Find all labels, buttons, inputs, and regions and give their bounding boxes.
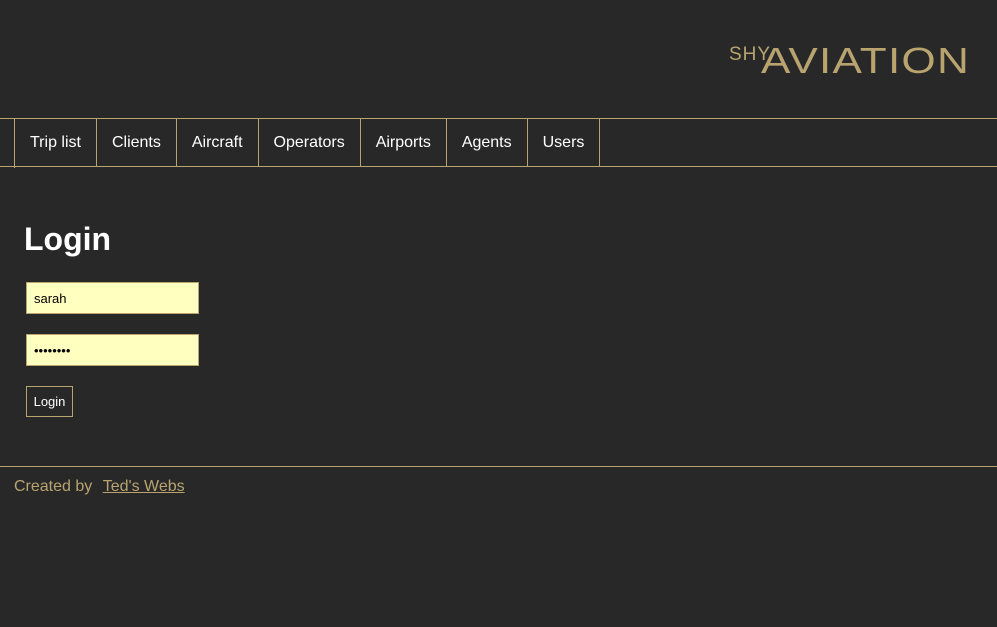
footer-created-by: Created by bbox=[14, 478, 93, 495]
nav-item-trip-list[interactable]: Trip list bbox=[15, 119, 97, 167]
nav-item-operators[interactable]: Operators bbox=[259, 119, 361, 167]
nav-item-clients[interactable]: Clients bbox=[97, 119, 177, 167]
footer: Created by Ted's Webs bbox=[14, 477, 185, 497]
logo-name: AVIATION bbox=[761, 40, 970, 76]
nav-item-airports[interactable]: Airports bbox=[361, 119, 447, 167]
password-field[interactable] bbox=[26, 334, 199, 366]
nav-item-aircraft[interactable]: Aircraft bbox=[177, 119, 259, 167]
page-title: Login bbox=[24, 221, 112, 257]
logo-graphic: SHY AVIATION bbox=[729, 40, 970, 76]
username-field[interactable] bbox=[26, 282, 199, 314]
nav-items: Trip list Clients Aircraft Operators Air… bbox=[14, 119, 601, 168]
footer-divider bbox=[0, 466, 997, 467]
shy-aviation-logo[interactable]: SHY AVIATION bbox=[729, 40, 971, 76]
nav-item-agents[interactable]: Agents bbox=[447, 119, 528, 167]
login-button[interactable]: Login bbox=[26, 386, 73, 417]
nav-item-users[interactable]: Users bbox=[528, 119, 601, 167]
page: SHY AVIATION Trip list Clients Aircraft … bbox=[0, 0, 997, 627]
teds-webs-link[interactable]: Ted's Webs bbox=[103, 478, 185, 495]
main-nav: Trip list Clients Aircraft Operators Air… bbox=[0, 118, 997, 168]
